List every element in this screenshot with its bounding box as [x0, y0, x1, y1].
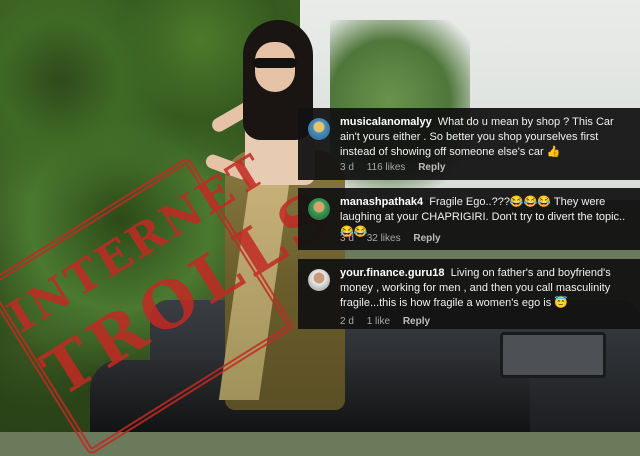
sunglasses	[253, 58, 297, 68]
comment-card: your.finance.guru18 Living on father's a…	[298, 259, 640, 329]
comment-likes[interactable]: 32 likes	[367, 233, 401, 244]
avatar[interactable]	[308, 269, 330, 291]
comment-username[interactable]: manashpathak4	[340, 196, 423, 208]
comment-card: manashpathak4 Fragile Ego..???😂😂😂 They w…	[298, 188, 640, 250]
comment-time: 2 d	[340, 316, 354, 327]
comment-card: musicalanomalyy What do u mean by shop ?…	[298, 108, 640, 180]
comment-meta: 3 d 116 likes Reply	[340, 162, 455, 173]
comment-username[interactable]: your.finance.guru18	[340, 267, 445, 279]
comment-meta: 2 d 1 like Reply	[340, 316, 440, 327]
comment-time: 3 d	[340, 233, 354, 244]
comment-time: 3 d	[340, 162, 354, 173]
comment-meta: 3 d 32 likes Reply	[340, 233, 451, 244]
comment-likes[interactable]: 1 like	[367, 316, 390, 327]
car-window	[500, 332, 606, 378]
reply-button[interactable]: Reply	[418, 162, 445, 173]
avatar[interactable]	[308, 118, 330, 140]
comment-body: your.finance.guru18 Living on father's a…	[340, 266, 632, 311]
avatar[interactable]	[308, 198, 330, 220]
comment-body: musicalanomalyy What do u mean by shop ?…	[340, 115, 632, 160]
reply-button[interactable]: Reply	[403, 316, 430, 327]
comment-username[interactable]: musicalanomalyy	[340, 116, 432, 128]
comment-likes[interactable]: 116 likes	[367, 162, 406, 173]
reply-button[interactable]: Reply	[413, 233, 440, 244]
